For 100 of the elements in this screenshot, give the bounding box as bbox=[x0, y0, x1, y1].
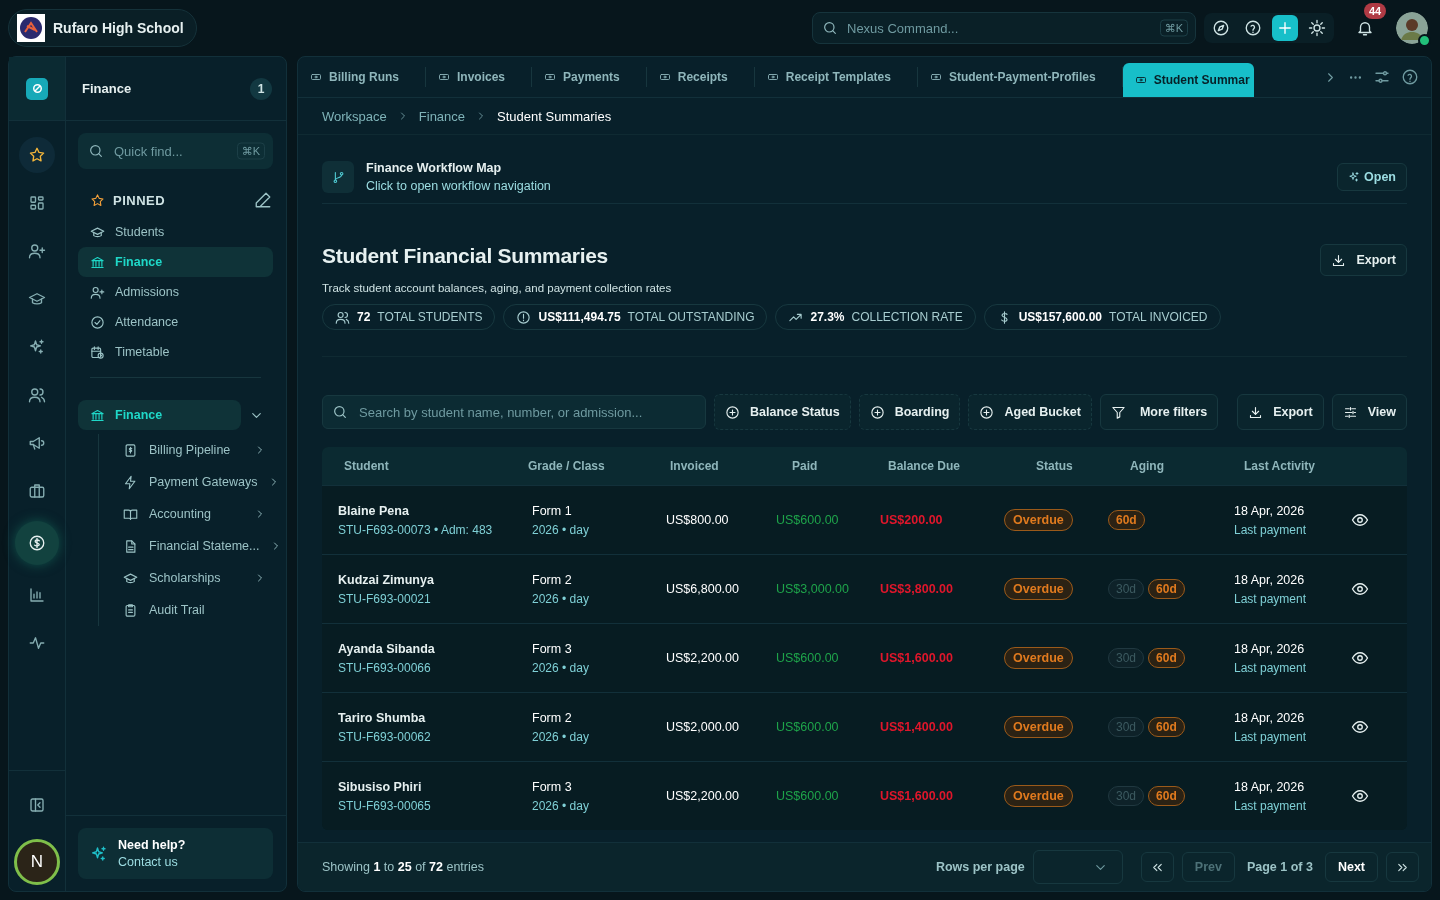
column-header[interactable]: Grade / Class bbox=[512, 459, 646, 473]
tab[interactable]: Student-Payment-Profiles bbox=[917, 67, 1123, 87]
check-circle-icon bbox=[90, 314, 105, 330]
column-header[interactable]: Invoiced bbox=[646, 459, 762, 473]
status-badge: Overdue bbox=[1004, 716, 1073, 738]
rail-button[interactable] bbox=[15, 521, 59, 565]
eye-icon[interactable] bbox=[1351, 649, 1369, 667]
page-indicator: Page 1 of 3 bbox=[1245, 860, 1314, 874]
last-page-button[interactable] bbox=[1386, 852, 1419, 882]
plus-circle-icon bbox=[869, 404, 885, 420]
balance-amount: US$200.00 bbox=[879, 513, 944, 527]
school-badge[interactable]: Rufaro High School bbox=[8, 9, 197, 47]
tab[interactable]: Billing Runs bbox=[298, 67, 426, 87]
next-button[interactable]: Next bbox=[1324, 852, 1378, 882]
eye-icon[interactable] bbox=[1351, 787, 1369, 805]
aging-badge: 30d bbox=[1108, 579, 1145, 599]
user-plus-icon bbox=[90, 284, 105, 300]
sub-nav-item[interactable]: Accounting bbox=[109, 498, 286, 530]
plus-icon bbox=[1276, 19, 1294, 37]
activity-type: Last payment bbox=[1234, 522, 1308, 537]
tab[interactable]: Invoices bbox=[426, 67, 533, 87]
paid-amount: US$600.00 bbox=[775, 789, 840, 803]
workflow-title: Finance Workflow Map bbox=[366, 161, 503, 175]
add-button[interactable] bbox=[1272, 15, 1298, 41]
school-name: Rufaro High School bbox=[53, 20, 184, 36]
entries-summary: Showing 1 to 25 of 72 entries bbox=[322, 860, 484, 874]
finance-group-item[interactable]: Finance bbox=[78, 400, 241, 430]
invoiced-amount: US$2,200.00 bbox=[665, 651, 740, 665]
grade-text: Form 3 bbox=[532, 641, 573, 656]
sub-nav-item[interactable]: Payment Gateways bbox=[109, 466, 286, 498]
contact-link[interactable]: Contact us bbox=[118, 855, 186, 869]
column-header[interactable]: Last Activity bbox=[1218, 459, 1351, 473]
workflow-subtitle[interactable]: Click to open workflow navigation bbox=[366, 179, 1326, 193]
more-filters-button[interactable]: More filters bbox=[1099, 394, 1219, 430]
user-initial-avatar[interactable]: N bbox=[14, 839, 60, 885]
banknote-icon bbox=[1134, 74, 1147, 86]
stat-label: TOTAL STUDENTS bbox=[377, 310, 483, 324]
compass-icon bbox=[1212, 19, 1230, 37]
sun-icon bbox=[1308, 19, 1326, 37]
sub-nav-item[interactable]: Financial Stateme... bbox=[109, 530, 286, 562]
filter-button[interactable]: Boarding bbox=[858, 394, 961, 430]
stat-value: US$111,494.75 bbox=[538, 310, 621, 324]
export-button[interactable]: Export bbox=[1320, 244, 1407, 276]
column-header[interactable]: Aging bbox=[1108, 459, 1218, 473]
activity-date: 18 Apr, 2026 bbox=[1234, 779, 1306, 794]
filter-button[interactable]: Aged Bucket bbox=[968, 394, 1092, 430]
paid-amount: US$600.00 bbox=[775, 651, 840, 665]
first-page-button[interactable] bbox=[1140, 852, 1174, 882]
pinned-item[interactable]: Timetable bbox=[78, 337, 273, 367]
student-search-field[interactable]: Search by student name, number, or admission... bbox=[322, 395, 706, 429]
eye-icon[interactable] bbox=[1351, 580, 1369, 598]
rail-button[interactable] bbox=[19, 137, 55, 173]
pinned-item[interactable]: Attendance bbox=[78, 307, 273, 337]
pinned-item[interactable]: Admissions bbox=[78, 277, 273, 307]
banknote-icon bbox=[929, 71, 942, 83]
paid-amount: US$600.00 bbox=[775, 720, 840, 734]
sliders-icon[interactable] bbox=[1373, 68, 1391, 86]
invoiced-amount: US$800.00 bbox=[665, 513, 730, 527]
column-header[interactable]: Paid bbox=[762, 459, 864, 473]
view-button[interactable]: View bbox=[1331, 394, 1407, 430]
search-icon bbox=[88, 143, 104, 159]
export-button[interactable]: Export bbox=[1237, 394, 1324, 430]
activity-date: 18 Apr, 2026 bbox=[1234, 641, 1306, 656]
stat-value: US$157,600.00 bbox=[1018, 310, 1103, 324]
sparkles-icon bbox=[28, 338, 46, 356]
pinned-item[interactable]: Students bbox=[78, 217, 273, 247]
sub-nav-item[interactable]: Billing Pipeline bbox=[109, 434, 286, 466]
help-card[interactable]: Need help? Contact us bbox=[78, 828, 273, 879]
help-title: Need help? bbox=[118, 838, 186, 852]
eye-icon[interactable] bbox=[1351, 511, 1369, 529]
bell-icon bbox=[1356, 19, 1374, 37]
edit-icon[interactable] bbox=[254, 191, 272, 209]
status-badge: Overdue bbox=[1004, 509, 1073, 531]
term-text: 2026 • day bbox=[532, 591, 590, 606]
column-header[interactable]: Status bbox=[1004, 459, 1108, 473]
breadcrumb-item[interactable]: Finance bbox=[418, 108, 466, 124]
column-header[interactable]: Student bbox=[322, 459, 512, 473]
column-header[interactable]: Balance Due bbox=[864, 459, 1004, 473]
sub-nav-item[interactable]: Scholarships bbox=[109, 562, 286, 594]
search-icon bbox=[332, 404, 348, 420]
tab[interactable]: Receipts bbox=[646, 67, 755, 87]
sub-nav-item[interactable]: Audit Trail bbox=[109, 594, 286, 626]
help-icon[interactable] bbox=[1401, 68, 1419, 86]
filter-button[interactable]: Balance Status bbox=[714, 394, 851, 430]
rows-per-page-label: Rows per page bbox=[935, 860, 1025, 874]
breadcrumb-item[interactable]: Workspace bbox=[322, 108, 387, 124]
tab[interactable]: Student Summar bbox=[1122, 63, 1254, 97]
pinned-item[interactable]: Finance bbox=[78, 247, 273, 277]
tab[interactable]: Receipt Templates bbox=[754, 67, 918, 87]
user-avatar[interactable] bbox=[1396, 12, 1428, 44]
eye-icon[interactable] bbox=[1351, 718, 1369, 736]
activity-type: Last payment bbox=[1234, 591, 1308, 606]
banknote-icon bbox=[544, 71, 557, 83]
banknote-icon bbox=[310, 71, 322, 83]
graduation-cap-icon bbox=[123, 570, 138, 586]
grade-text: Form 2 bbox=[532, 710, 573, 725]
open-button[interactable]: Open bbox=[1337, 163, 1407, 191]
student-id: STU-F693-00062 bbox=[338, 729, 432, 744]
stat-label: COLLECTION RATE bbox=[851, 310, 963, 324]
tab[interactable]: Payments bbox=[532, 67, 647, 87]
